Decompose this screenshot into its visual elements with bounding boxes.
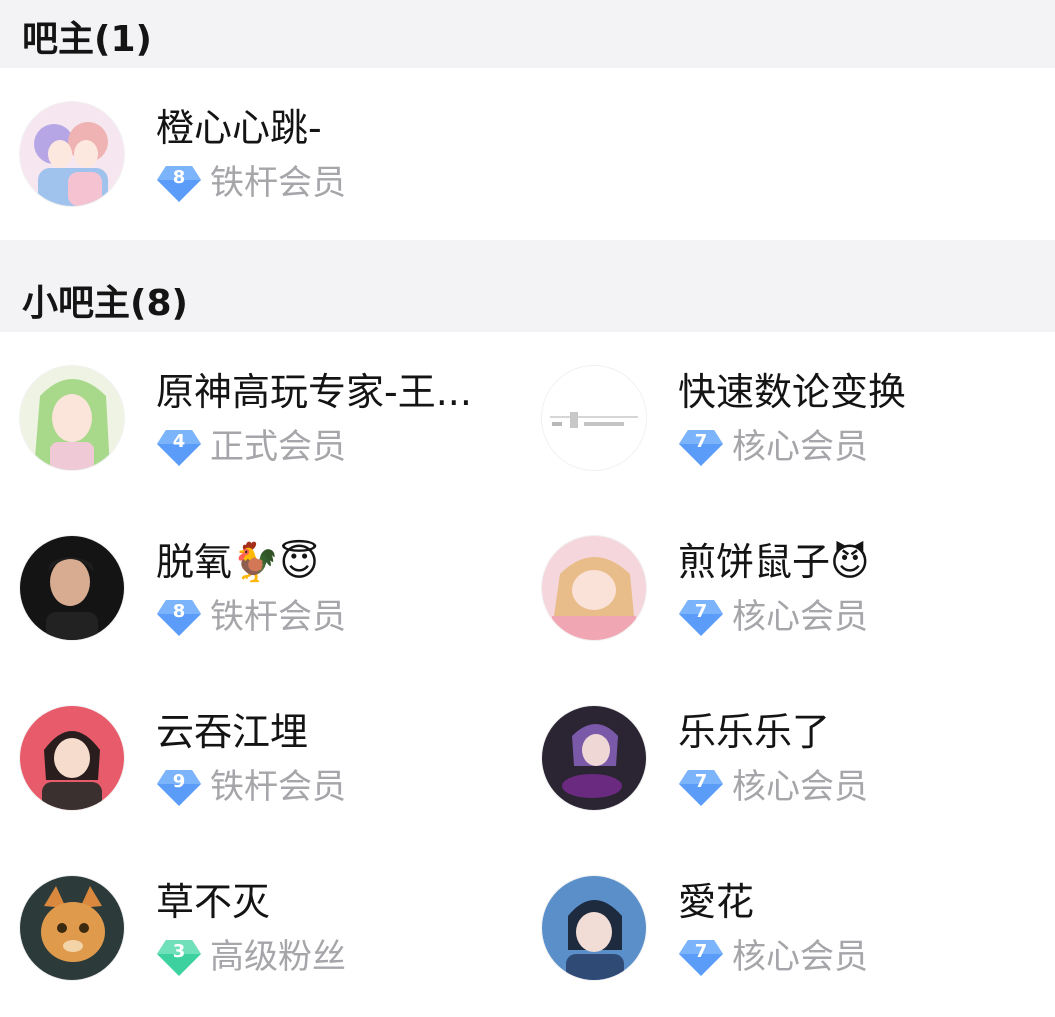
member-name[interactable]: 原神高玩专家-王... bbox=[156, 369, 472, 415]
member-item[interactable]: 草不灭 3 高级粉丝 bbox=[20, 873, 540, 983]
member-rank: 铁杆会员 bbox=[210, 767, 346, 807]
section-title: 小吧主(8) bbox=[22, 283, 188, 324]
level-badge-icon: 4 bbox=[156, 427, 202, 467]
member-name[interactable]: 煎饼鼠子😈 bbox=[678, 539, 870, 585]
owner-list: 橙心心跳- 8 铁杆会员 bbox=[0, 68, 1055, 240]
avatar[interactable] bbox=[542, 706, 646, 810]
avatar[interactable] bbox=[542, 876, 646, 980]
avatar[interactable] bbox=[20, 102, 124, 206]
member-rank: 核心会员 bbox=[732, 427, 868, 467]
sub-owner-list: 原神高玩专家-王... 4 正式会员 快速数论变换 7 核心会员 脱氧🐓😇 8 … bbox=[0, 332, 1055, 1017]
member-rank: 铁杆会员 bbox=[210, 163, 346, 203]
member-name[interactable]: 橙心心跳- bbox=[156, 105, 346, 151]
level-badge-icon: 7 bbox=[678, 427, 724, 467]
avatar[interactable] bbox=[542, 536, 646, 640]
level-badge-icon: 8 bbox=[156, 163, 202, 203]
member-item-owner[interactable]: 橙心心跳- 8 铁杆会员 bbox=[20, 99, 540, 209]
avatar[interactable] bbox=[542, 366, 646, 470]
level-badge-icon: 7 bbox=[678, 937, 724, 977]
sub-owner-section-header: 小吧主(8) bbox=[0, 240, 1055, 332]
section-title: 吧主(1) bbox=[22, 19, 152, 60]
avatar[interactable] bbox=[20, 366, 124, 470]
member-name[interactable]: 愛花 bbox=[678, 879, 868, 925]
member-name[interactable]: 脱氧🐓😇 bbox=[156, 539, 346, 585]
member-item[interactable]: 脱氧🐓😇 8 铁杆会员 bbox=[20, 533, 540, 643]
member-rank: 铁杆会员 bbox=[210, 597, 346, 637]
member-rank: 正式会员 bbox=[210, 427, 346, 467]
member-rank: 核心会员 bbox=[732, 937, 868, 977]
level-badge-icon: 8 bbox=[156, 597, 202, 637]
member-item[interactable]: 煎饼鼠子😈 7 核心会员 bbox=[542, 533, 1055, 643]
member-name[interactable]: 草不灭 bbox=[156, 879, 346, 925]
member-rank: 核心会员 bbox=[732, 597, 868, 637]
avatar[interactable] bbox=[20, 536, 124, 640]
level-badge-icon: 7 bbox=[678, 767, 724, 807]
avatar[interactable] bbox=[20, 706, 124, 810]
member-rank: 核心会员 bbox=[732, 767, 868, 807]
member-item[interactable]: 乐乐乐了 7 核心会员 bbox=[542, 703, 1055, 813]
level-badge-icon: 3 bbox=[156, 937, 202, 977]
member-rank: 高级粉丝 bbox=[210, 937, 346, 977]
member-name[interactable]: 乐乐乐了 bbox=[678, 709, 868, 755]
level-badge-icon: 7 bbox=[678, 597, 724, 637]
owner-section-header: 吧主(1) bbox=[0, 0, 1055, 68]
member-item[interactable]: 愛花 7 核心会员 bbox=[542, 873, 1055, 983]
level-badge-icon: 9 bbox=[156, 767, 202, 807]
member-name[interactable]: 云吞江埋 bbox=[156, 709, 346, 755]
member-item[interactable]: 快速数论变换 7 核心会员 bbox=[542, 363, 1055, 473]
member-item[interactable]: 云吞江埋 9 铁杆会员 bbox=[20, 703, 540, 813]
avatar[interactable] bbox=[20, 876, 124, 980]
member-item[interactable]: 原神高玩专家-王... 4 正式会员 bbox=[20, 363, 540, 473]
member-name[interactable]: 快速数论变换 bbox=[678, 369, 906, 415]
